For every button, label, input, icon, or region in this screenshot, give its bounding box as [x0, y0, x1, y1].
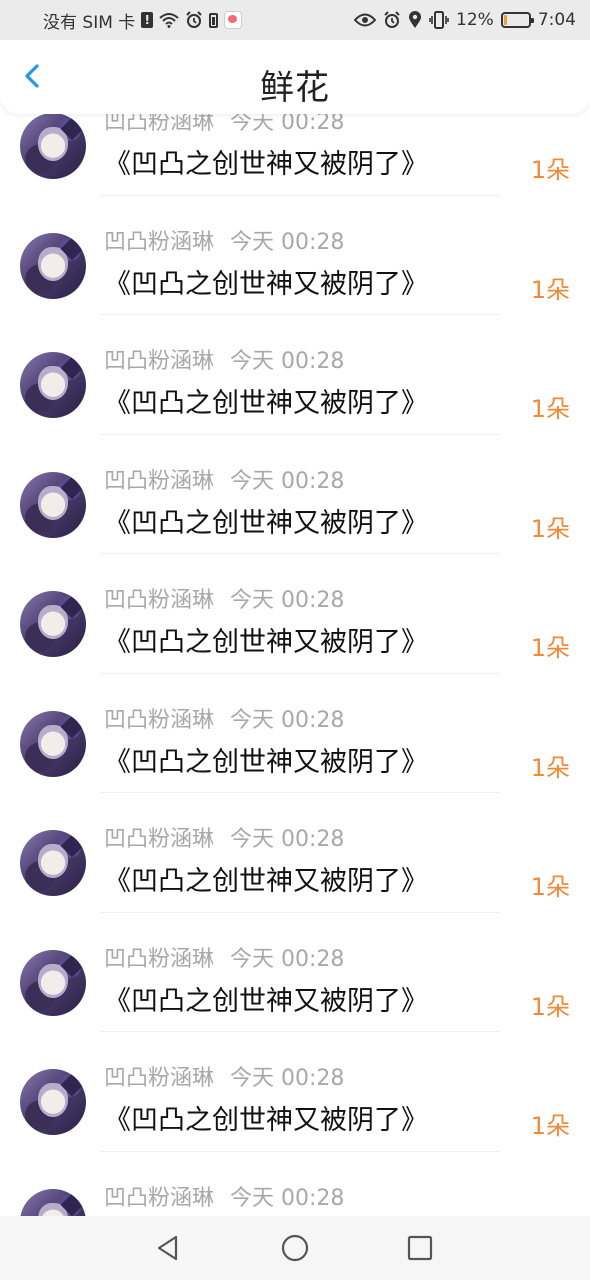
vibrate-icon — [429, 11, 449, 29]
list-item[interactable]: 凹凸粉涵琳今天 00:28 《凹凸之创世神又被阴了》 1朵 — [0, 315, 590, 435]
list-item[interactable]: 凹凸粉涵琳今天 00:28 《凹凸之创世神又被阴了》 1朵 — [0, 913, 590, 1032]
sender-line: 凹凸粉涵琳 今天 00:28 — [104, 463, 344, 495]
timestamp: 今天 00:28 — [230, 707, 345, 733]
square-recents-icon — [407, 1235, 433, 1261]
sender-name[interactable]: 凹凸粉涵琳 — [104, 349, 214, 374]
battery-saver-icon — [209, 12, 219, 28]
timestamp: 今天 00:28 — [230, 946, 345, 972]
work-title[interactable]: 《凹凸之创世神又被阴了》 — [104, 501, 428, 540]
flower-count: 1朵 — [530, 514, 570, 543]
circle-home-icon — [281, 1234, 309, 1262]
sender-name[interactable]: 凹凸粉涵琳 — [104, 1186, 214, 1211]
work-title[interactable]: 《凹凸之创世神又被阴了》 — [104, 859, 428, 898]
list-item[interactable]: 凹凸粉涵琳今天 00:28 《凹凸之创世神又被阴了》 1朵 — [0, 435, 590, 554]
avatar[interactable] — [20, 1069, 86, 1135]
system-nav-bar — [0, 1216, 590, 1280]
timestamp: 今天 00:28 — [230, 114, 345, 135]
sender-name[interactable]: 凹凸粉涵琳 — [104, 1066, 214, 1091]
list-item[interactable]: 凹凸粉涵琳今天 00:28 《凹凸之创世神又被阴了》 1朵 — [0, 114, 590, 196]
timestamp: 今天 00:28 — [230, 229, 345, 255]
carrier-label: 没有 SIM 卡 — [43, 12, 136, 33]
work-title[interactable]: 《凹凸之创世神又被阴了》 — [104, 740, 428, 779]
sender-name[interactable]: 凹凸粉涵琳 — [104, 708, 214, 733]
flower-count: 1朵 — [530, 992, 570, 1021]
sender-line: 凹凸粉涵琳 今天 00:28 — [104, 821, 344, 853]
list-item[interactable]: 凹凸粉涵琳今天 00:28 《凹凸之创世神又被阴了》 1朵 — [0, 1032, 590, 1152]
nav-recents-button[interactable] — [404, 1232, 436, 1264]
avatar[interactable] — [20, 830, 86, 896]
timestamp: 今天 00:28 — [230, 1185, 345, 1211]
flower-count: 1朵 — [530, 873, 570, 901]
sender-name[interactable]: 凹凸粉涵琳 — [104, 469, 214, 494]
sender-name[interactable]: 凹凸粉涵琳 — [104, 588, 214, 613]
flower-count: 1朵 — [530, 156, 570, 184]
timestamp: 今天 00:28 — [230, 827, 345, 852]
avatar[interactable] — [20, 232, 86, 299]
triangle-back-icon — [157, 1235, 178, 1261]
flower-record-list[interactable]: 凹凸粉涵琳 今天 00:28 《凹凸之创世神又被阴了》 1朵 凹凸粉涵琳 今天 00:28… — [0, 114, 590, 1216]
app-notification-icon — [224, 11, 243, 29]
sender-line: 凹凸粉涵琳 今天 00:28 — [104, 114, 344, 136]
wifi-icon — [159, 13, 179, 28]
timestamp: 今天 00:28 — [230, 1066, 345, 1091]
nav-back-button[interactable] — [152, 1232, 184, 1264]
work-title[interactable]: 《凹凸之创世神又被阴了》 — [104, 1098, 428, 1137]
alarm-icon — [186, 11, 202, 28]
list-item[interactable]: 凹凸粉涵琳今天 00:28 《凹凸之创世神又被阴了》 1朵 — [0, 793, 590, 913]
timestamp: 今天 00:28 — [230, 588, 345, 613]
avatar[interactable] — [20, 1188, 86, 1216]
list-item[interactable]: 凹凸粉涵琳今天 00:28《凹凸之创世神又被阴了》1朵 — [0, 1152, 590, 1216]
sender-line: 凹凸粉涵琳 今天 00:28 — [104, 1180, 344, 1212]
list-item[interactable]: 凹凸粉涵琳今天 00:28 《凹凸之创世神又被阴了》 1朵 — [0, 674, 590, 793]
status-bar: 没有 SIM 卡 ! 12% 7:04 — [0, 0, 590, 40]
location-icon — [409, 11, 422, 28]
list-item[interactable]: 凹凸粉涵琳今天 00:28 《凹凸之创世神又被阴了》 1朵 — [0, 554, 590, 674]
battery-icon — [500, 12, 534, 28]
timestamp: 今天 00:28 — [230, 349, 345, 374]
flower-count: 1朵 — [530, 275, 570, 304]
sender-line: 凹凸粉涵琳 今天 00:28 — [104, 582, 344, 614]
timestamp: 今天 00:28 — [230, 468, 345, 494]
sender-name[interactable]: 凹凸粉涵琳 — [104, 114, 214, 135]
flower-count: 1朵 — [530, 1112, 570, 1140]
flower-count: 1朵 — [530, 753, 570, 782]
sender-name[interactable]: 凹凸粉涵琳 — [104, 947, 214, 972]
work-title[interactable]: 《凹凸之创世神又被阴了》 — [104, 381, 428, 420]
sender-line: 凹凸粉涵琳 今天 00:28 — [104, 941, 344, 973]
flower-count: 1朵 — [530, 395, 570, 423]
sender-line: 凹凸粉涵琳 今天 00:28 — [104, 224, 344, 256]
battery-percent: 12% — [456, 10, 494, 30]
eye-icon — [354, 13, 377, 27]
clock: 7:04 — [537, 10, 576, 30]
sender-line: 凹凸粉涵琳 今天 00:28 — [104, 702, 344, 734]
work-title[interactable]: 《凹凸之创世神又被阴了》 — [104, 262, 428, 301]
avatar[interactable] — [20, 352, 86, 418]
work-title[interactable]: 《凹凸之创世神又被阴了》 — [104, 620, 428, 659]
avatar[interactable] — [20, 114, 86, 179]
avatar[interactable] — [20, 949, 86, 1016]
sender-name[interactable]: 凹凸粉涵琳 — [104, 827, 214, 852]
flower-count: 1朵 — [530, 634, 570, 662]
sender-line: 凹凸粉涵琳 今天 00:28 — [104, 343, 344, 375]
avatar[interactable] — [20, 591, 86, 657]
work-title[interactable]: 《凹凸之创世神又被阴了》 — [104, 979, 428, 1018]
list-item[interactable]: 凹凸粉涵琳今天 00:28 《凹凸之创世神又被阴了》 1朵 — [0, 196, 590, 315]
page-title: 鲜花 — [260, 68, 330, 108]
avatar[interactable] — [20, 471, 86, 538]
app-header: 鲜花 — [0, 40, 590, 114]
sender-line: 凹凸粉涵琳 今天 00:28 — [104, 1060, 344, 1092]
alarm-clock-icon — [384, 11, 400, 28]
nav-home-button[interactable] — [279, 1232, 311, 1264]
avatar[interactable] — [20, 710, 86, 777]
work-title[interactable]: 《凹凸之创世神又被阴了》 — [104, 142, 428, 181]
sim-alert-icon: ! — [141, 12, 154, 28]
sender-name[interactable]: 凹凸粉涵琳 — [104, 230, 214, 255]
